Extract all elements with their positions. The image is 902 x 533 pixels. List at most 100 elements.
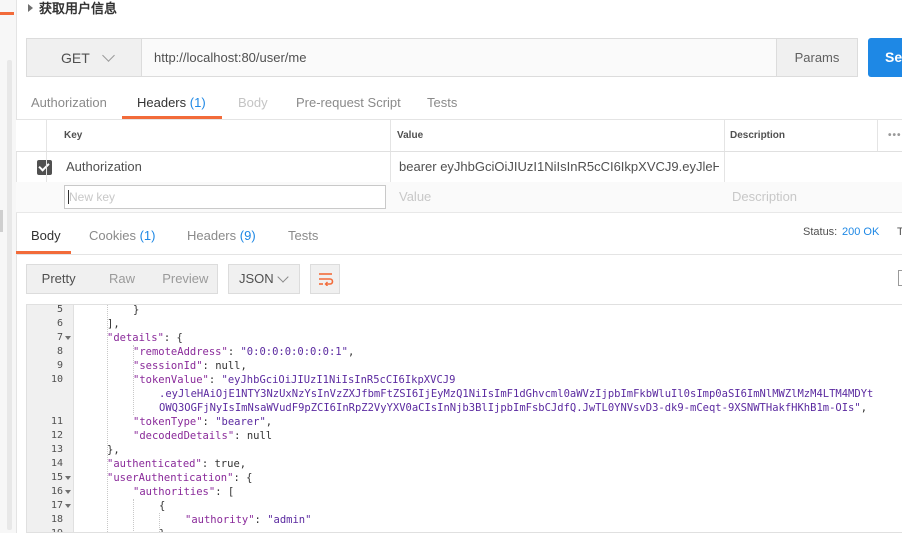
- enable-header-checkbox[interactable]: [37, 160, 52, 175]
- line-number: 6: [56, 318, 63, 329]
- response-tab-body-label: Body: [31, 228, 61, 243]
- line-number: 13: [50, 444, 63, 455]
- line-number: 15: [50, 472, 63, 483]
- tab-tests[interactable]: Tests: [427, 95, 457, 119]
- line-number: 8: [56, 346, 63, 357]
- column-divider: [877, 120, 878, 151]
- wrap-lines-button[interactable]: [310, 264, 340, 294]
- json-string: "bearer": [215, 416, 266, 428]
- wrap-lines-icon: [319, 273, 334, 286]
- json-key: "authorities": [133, 486, 216, 498]
- header-value-cell[interactable]: bearer eyJhbGciOiJIUzI1NiIsInR5cCI6IkpXV…: [399, 152, 719, 182]
- code-token: : [: [215, 486, 235, 498]
- json-string: "admin": [267, 514, 312, 526]
- json-key: "authority": [185, 514, 255, 526]
- code-line: }: [159, 527, 165, 532]
- code-line: "userAuthentication": {: [107, 471, 252, 485]
- tab-headers-count: (1): [189, 95, 206, 110]
- json-string: "0:0:0:0:0:0:0:1": [240, 346, 348, 358]
- header-key-cell[interactable]: Authorization: [66, 152, 386, 182]
- pretty-button[interactable]: Pretty: [27, 265, 91, 293]
- json-key: "authenticated": [107, 458, 202, 470]
- new-description-input[interactable]: Description: [732, 182, 872, 212]
- method-select[interactable]: GET: [26, 38, 142, 77]
- line-number: 16: [50, 486, 63, 497]
- sidebar-active-marker: [0, 12, 14, 15]
- line-number: 17: [50, 500, 63, 511]
- request-title[interactable]: 获取用户信息: [28, 0, 117, 18]
- new-key-input[interactable]: New key: [64, 185, 386, 209]
- tab-authorization[interactable]: Authorization: [31, 95, 107, 119]
- code-line: "details": {: [107, 331, 183, 345]
- code-token: },: [107, 444, 120, 456]
- code-token: {: [159, 500, 166, 512]
- chevron-down-icon: [101, 48, 115, 62]
- preview-button[interactable]: Preview: [154, 265, 217, 293]
- code-token: }: [133, 304, 140, 316]
- fold-toggle-icon[interactable]: [65, 476, 71, 480]
- code-line: "remoteAddress": "0:0:0:0:0:0:0:1",: [133, 346, 355, 358]
- format-select[interactable]: JSON: [228, 264, 300, 294]
- tab-body-label: Body: [238, 95, 268, 110]
- status-value[interactable]: 200 OK: [842, 226, 879, 238]
- line-number: 19: [27, 527, 63, 532]
- json-key: "decodedDetails": [133, 430, 235, 442]
- send-button[interactable]: Se: [868, 38, 902, 77]
- code-line: "authorities": [: [133, 485, 234, 499]
- code-token: }: [159, 528, 165, 532]
- fold-toggle-icon[interactable]: [65, 490, 71, 494]
- response-tab-body[interactable]: Body: [31, 228, 61, 250]
- new-value-input[interactable]: Value: [399, 182, 699, 212]
- line-number: 18: [50, 514, 63, 525]
- sidebar-scrollbar[interactable]: [7, 60, 12, 530]
- table-row: Authorization bearer eyJhbGciOiJIUzI1NiI…: [16, 152, 902, 183]
- json-null: null,: [215, 360, 247, 372]
- response-tab-cookies[interactable]: Cookies (1): [89, 228, 155, 250]
- more-options-icon[interactable]: •••: [888, 120, 902, 151]
- column-divider: [390, 120, 391, 151]
- line-number: 12: [50, 430, 63, 441]
- table-row-new: New key Value Description: [16, 182, 902, 213]
- column-description: Description: [730, 130, 786, 141]
- code-token: : {: [163, 332, 183, 344]
- fold-toggle-icon[interactable]: [65, 504, 71, 508]
- tab-headers-label: Headers: [137, 95, 187, 110]
- raw-button[interactable]: Raw: [90, 265, 153, 293]
- headers-table-header: Key Value Description •••: [16, 120, 902, 152]
- column-divider: [390, 152, 391, 182]
- json-key: "tokenValue": [133, 374, 209, 386]
- response-body-viewer[interactable]: 5 6 7 8 9 10 11 12 13 14 15 16 17 18 19 …: [26, 304, 902, 533]
- copy-icon[interactable]: [898, 270, 902, 286]
- tab-prerequest-script[interactable]: Pre-request Script: [296, 95, 401, 119]
- line-number: 7: [56, 332, 63, 343]
- response-tab-tests-label: Tests: [288, 228, 319, 243]
- response-tab-cookies-count: (1): [139, 228, 156, 243]
- code-line: {: [159, 499, 165, 513]
- code-token: : {: [233, 472, 253, 484]
- column-divider: [46, 120, 47, 151]
- column-value: Value: [397, 130, 424, 141]
- code-line-wrapped: OWQ3OGFjNyIsImNsaWVudF9pZCI6InRpZ2VyYXV0…: [159, 402, 868, 414]
- line-number: 9: [56, 360, 63, 371]
- line-number-gutter: 5 6 7 8 9 10 11 12 13 14 15 16 17 18 19: [27, 305, 74, 532]
- fold-toggle-icon[interactable]: [65, 336, 71, 340]
- indent-guide: [133, 499, 134, 532]
- line-number: 10: [50, 374, 63, 385]
- response-tab-tests[interactable]: Tests: [288, 228, 318, 250]
- params-button[interactable]: Params: [776, 38, 858, 77]
- tab-authorization-label: Authorization: [31, 95, 107, 110]
- json-boolean: true,: [214, 458, 247, 470]
- json-string: OWQ3OGFjNyIsImNsaWVudF9pZCI6InRpZ2VyYXV0…: [159, 402, 861, 414]
- code-line: ],: [107, 317, 120, 331]
- code-line: "tokenType": "bearer",: [133, 416, 273, 428]
- url-input[interactable]: http://localhost:80/user/me: [141, 38, 777, 77]
- response-tab-headers-label: Headers: [187, 228, 237, 243]
- code-line: },: [107, 443, 120, 457]
- line-number: 11: [50, 416, 63, 427]
- code-line: }: [133, 304, 140, 317]
- json-key: "remoteAddress": [133, 346, 228, 358]
- json-string: "eyJhbGciOiJIUzI1NiIsInR5cCI6IkpXVCJ9: [221, 374, 456, 386]
- response-tab-headers[interactable]: Headers (9): [187, 228, 256, 250]
- tab-body[interactable]: Body: [238, 95, 268, 119]
- code-line: "sessionId": null,: [133, 360, 247, 372]
